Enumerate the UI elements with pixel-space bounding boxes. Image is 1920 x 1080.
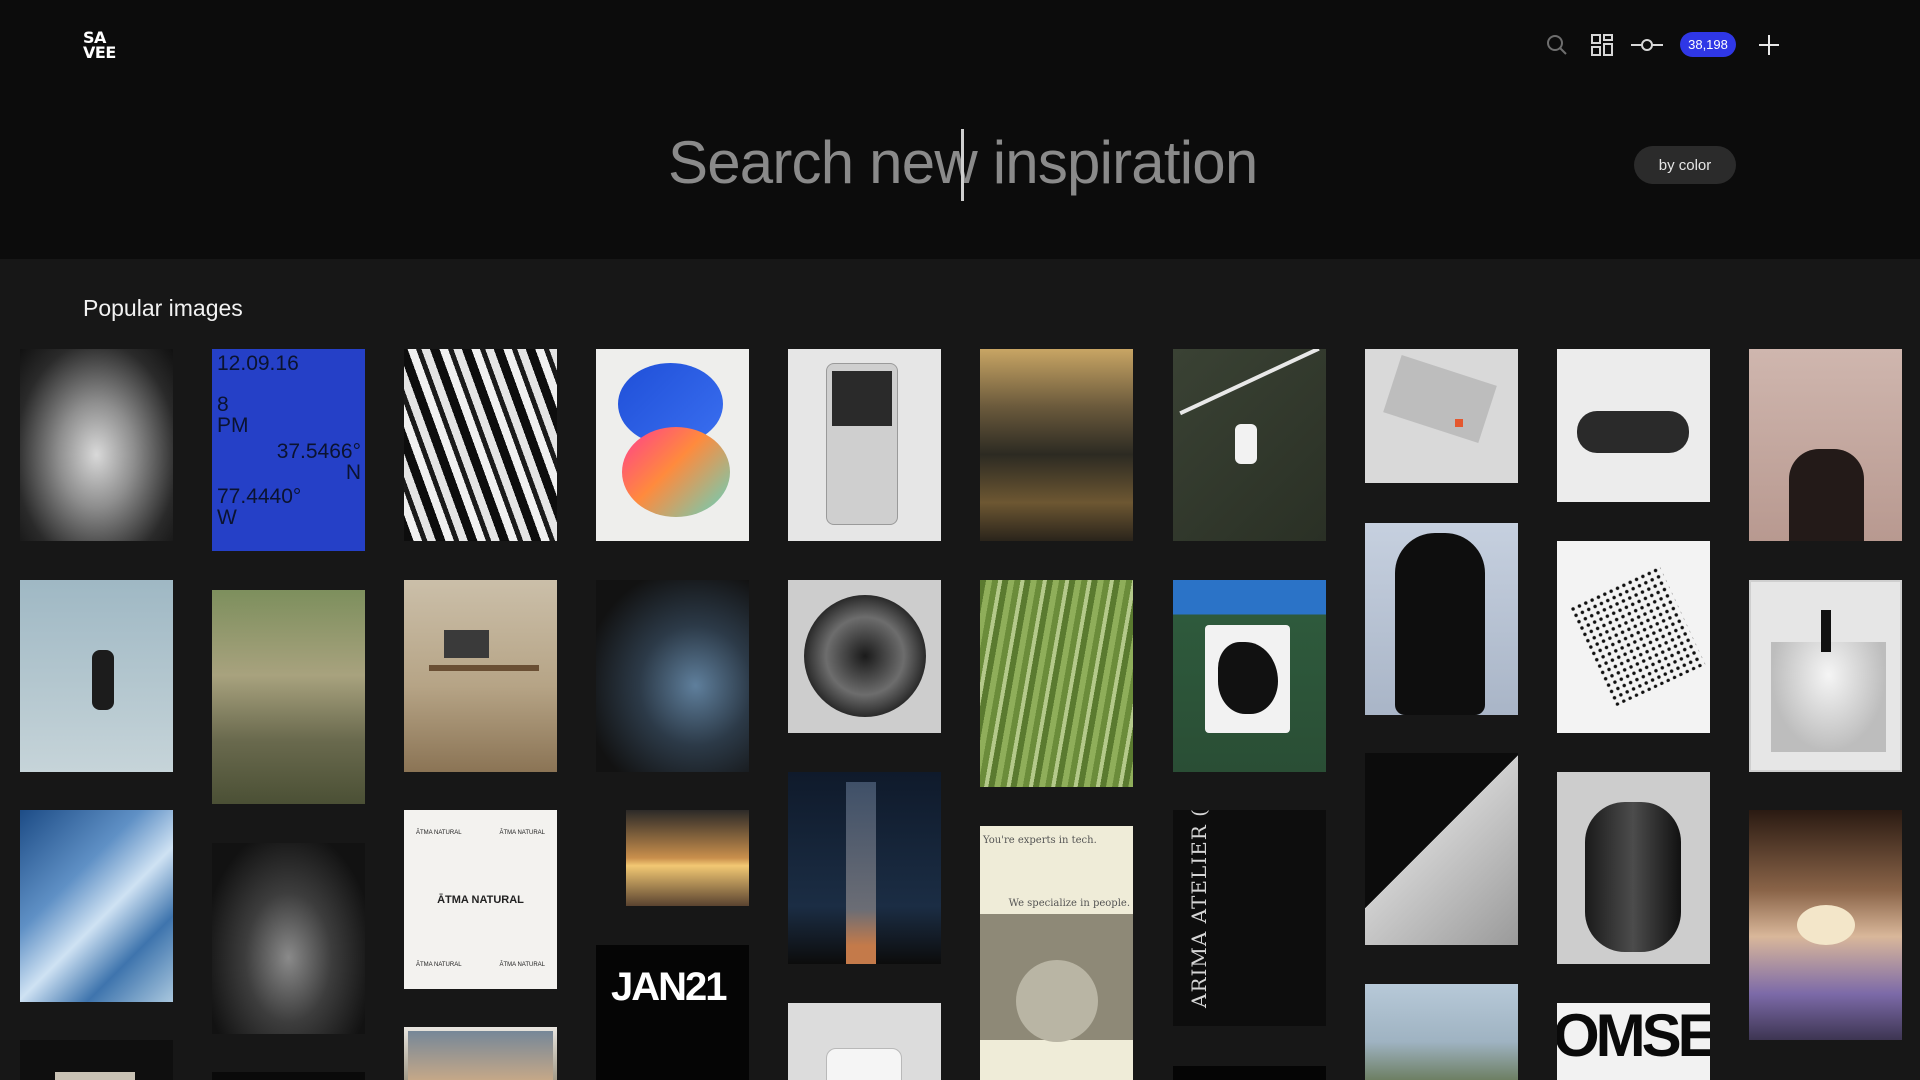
image-card-omse-type[interactable]: OMSE [1557,1003,1710,1080]
image-card-desk-setup[interactable] [404,580,557,772]
image-card-coastal-ruin[interactable] [1365,984,1518,1080]
experts-line-1: You're experts in tech. [983,835,1097,846]
image-card-atma-natural[interactable]: ĀTMA NATURAL ĀTMA NATURAL ĀTMA NATURAL Ā… [404,810,557,989]
add-button[interactable] [1755,30,1783,60]
image-card-cyclist[interactable] [1173,349,1326,541]
image-card-portrait-shadow[interactable] [1365,523,1518,715]
image-card-water-shoe[interactable] [212,843,365,1034]
image-card-col2-partial[interactable] [212,1072,365,1080]
section-title: Popular images [83,295,243,321]
grid-layout-icon [1591,34,1613,56]
image-card-sunset-sea[interactable] [596,810,749,906]
image-card-atelier-poster[interactable]: ARIMA ATELIER (R) EMOCIONAL [1173,810,1326,1026]
saved-count-badge[interactable]: 38,198 [1680,32,1736,57]
image-card-ocean-swimmer[interactable] [980,349,1133,541]
image-card-synth-device[interactable] [1365,349,1518,483]
poster-latitude: 37.5466° N [276,440,361,484]
atma-label-center: ĀTMA NATURAL [437,894,524,906]
experts-line-2: We specialize in people. [1008,898,1130,909]
image-card-tower-night[interactable] [788,772,941,964]
poster-longitude: 77.4440° W [217,485,302,529]
image-card-motorcycle[interactable] [1557,349,1710,502]
poster-time: 8 PM [217,393,249,437]
image-card-hands-portrait[interactable] [1749,349,1902,541]
image-card-experts-website[interactable]: You're experts in tech. We specialize in… [980,826,1133,1080]
image-card-gradient-logo[interactable] [596,349,749,541]
image-card-col1-partial[interactable] [20,1040,173,1080]
atma-label-br: ĀTMA NATURAL [499,962,545,968]
image-card-screaming-face[interactable] [20,349,173,541]
poster-date: 12.09.16 [217,352,299,375]
text-caret [961,129,964,201]
display-settings-button[interactable] [1629,30,1665,60]
image-card-handheld-console[interactable] [788,349,941,541]
image-card-fabric-figure[interactable] [1749,580,1902,772]
image-card-date-poster[interactable]: 12.09.16 8 PM 37.5466° N 77.4440° W [212,349,365,551]
image-card-jan21[interactable]: JAN21 [596,945,749,1080]
image-card-speaker-grille[interactable] [788,580,941,733]
search-icon [1547,35,1567,55]
plus-icon [1759,35,1779,55]
atma-label-tl: ĀTMA NATURAL [416,830,462,836]
layout-toggle-button[interactable] [1587,30,1617,60]
image-card-shadow-corridor[interactable] [1365,753,1518,945]
jan21-label: JAN21 [611,965,728,1009]
search-by-color-button[interactable]: by color [1634,146,1736,184]
image-card-col7-partial[interactable] [1173,1066,1326,1080]
image-card-col3-partial[interactable] [404,1027,557,1080]
atma-label-tr: ĀTMA NATURAL [499,830,545,836]
search-button[interactable] [1542,30,1572,60]
image-card-forest-house[interactable] [212,590,365,804]
image-card-metal-speaker[interactable] [1557,772,1710,964]
image-card-basketball-dunk[interactable] [20,580,173,772]
atelier-text: ARIMA ATELIER (R) EMOCIONAL [1187,810,1211,1008]
image-card-bw-pattern[interactable] [404,349,557,541]
image-card-grass[interactable] [980,580,1133,787]
image-card-logo-sign[interactable] [1173,580,1326,772]
logo-line-2: VEE [83,43,116,62]
top-header: SA VEE 38,198 Search new inspiration by … [0,0,1920,259]
slider-icon [1631,39,1663,51]
savee-logo[interactable]: SA VEE [83,30,125,62]
atma-label-bl: ĀTMA NATURAL [416,962,462,968]
image-card-wave[interactable] [20,810,173,1002]
image-card-dotted-hand[interactable] [1557,541,1710,733]
image-card-phone-ui[interactable] [788,1003,941,1080]
image-card-vintage-car[interactable] [596,580,749,772]
image-card-rocket-launch[interactable] [1749,810,1902,1040]
omse-text: OMSE [1557,1003,1710,1069]
